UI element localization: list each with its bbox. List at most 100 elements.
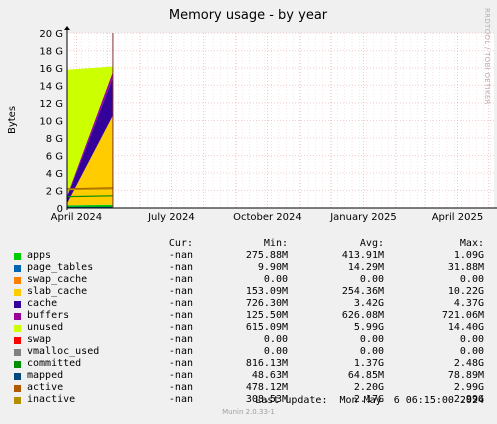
legend-header-min: Min: <box>263 238 288 249</box>
legend-name: vmalloc_used <box>27 346 100 357</box>
legend-name: buffers <box>27 310 70 321</box>
y-tick-label: 16 G <box>39 64 63 75</box>
legend-row-unused: unused -nan 615.09M 5.99G 14.40G <box>0 322 497 334</box>
chart-title: Memory usage - by year <box>169 8 328 23</box>
legend-row-swap_cache: swap_cache -nan 0.00 0.00 0.00 <box>0 274 497 286</box>
legend-min: 0.00 <box>263 274 288 285</box>
memory-chart: 02 G4 G6 G8 G10 G12 G14 G16 G18 G20 GApr… <box>7 8 497 223</box>
y-axis-arrow <box>64 26 70 30</box>
legend-cur: -nan <box>168 298 193 309</box>
last-update: Last update: Mon May 6 06:15:00 2024 <box>255 395 484 406</box>
legend-name: slab_cache <box>27 286 88 297</box>
legend-name: swap <box>27 334 52 345</box>
legend-cur: -nan <box>168 382 193 393</box>
legend-max: 2.48G <box>453 358 484 369</box>
legend-cur: -nan <box>168 286 193 297</box>
legend-row-cache: cache -nan 726.30M 3.42G 4.37G <box>0 298 497 310</box>
legend-avg: 14.29M <box>347 262 384 273</box>
legend-name: committed <box>27 358 82 369</box>
legend-swatch <box>14 301 21 308</box>
legend-swatch <box>14 373 21 380</box>
legend-cur: -nan <box>168 322 193 333</box>
legend-min: 9.90M <box>257 262 288 273</box>
legend-max: 31.88M <box>447 262 484 273</box>
legend-row-slab_cache: slab_cache -nan 153.09M 254.36M 10.22G <box>0 286 497 298</box>
x-tick-label: October 2024 <box>233 212 302 223</box>
legend-swatch <box>14 289 21 296</box>
legend-avg: 5.99G <box>353 322 384 333</box>
line-committed <box>66 195 113 198</box>
legend-cur: -nan <box>168 358 193 369</box>
legend-avg: 64.85M <box>347 370 384 381</box>
legend-max: 10.22G <box>447 286 484 297</box>
legend-min: 0.00 <box>263 346 288 357</box>
legend-avg: 0.00 <box>359 346 384 357</box>
x-tick-label: April 2024 <box>51 212 102 223</box>
legend-avg: 254.36M <box>341 286 384 297</box>
y-tick-label: 14 G <box>39 82 63 93</box>
legend-avg: 626.08M <box>341 310 384 321</box>
legend-row-committed: committed -nan 816.13M 1.37G 2.48G <box>0 358 497 370</box>
y-tick-label: 12 G <box>39 99 63 110</box>
legend-swatch <box>14 385 21 392</box>
legend-avg: 1.37G <box>353 358 384 369</box>
legend-row-vmalloc_used: vmalloc_used -nan 0.00 0.00 0.00 <box>0 346 497 358</box>
legend-max: 14.40G <box>447 322 484 333</box>
legend-row-swap: swap -nan 0.00 0.00 0.00 <box>0 334 497 346</box>
legend-min: 153.09M <box>245 286 288 297</box>
legend-name: apps <box>27 250 52 261</box>
legend-max: 4.37G <box>453 298 484 309</box>
y-tick-label: 8 G <box>46 134 63 145</box>
y-axis-label: Bytes <box>7 106 18 134</box>
legend-row-mapped: mapped -nan 48.63M 64.85M 78.89M <box>0 370 497 382</box>
legend-min: 125.50M <box>245 310 288 321</box>
legend-cur: -nan <box>168 394 193 405</box>
legend-min: 48.63M <box>251 370 288 381</box>
legend-max: 78.89M <box>447 370 484 381</box>
legend-cur: -nan <box>168 346 193 357</box>
y-tick-label: 18 G <box>39 47 63 58</box>
legend-row-page_tables: page_tables -nan 9.90M 14.29M 31.88M <box>0 262 497 274</box>
legend-cur: -nan <box>168 334 193 345</box>
legend-name: inactive <box>27 394 76 405</box>
legend-min: 275.88M <box>245 250 288 261</box>
legend-row-apps: apps -nan 275.88M 413.91M 1.09G <box>0 250 497 262</box>
legend-header-cur: Cur: <box>168 238 193 249</box>
rrdtool-watermark: RRDTOOL / TOBI OETIKER <box>483 8 491 105</box>
y-tick-label: 4 G <box>46 169 63 180</box>
legend-cur: -nan <box>168 310 193 321</box>
legend-min: 478.12M <box>245 382 288 393</box>
legend-avg: 413.91M <box>341 250 384 261</box>
legend-name: unused <box>27 322 64 333</box>
legend-swatch <box>14 253 21 260</box>
munin-version: Munin 2.0.33-1 <box>222 408 275 416</box>
legend-min: 615.09M <box>245 322 288 333</box>
legend-row-active: active -nan 478.12M 2.20G 2.99G <box>0 382 497 394</box>
y-tick-label: 6 G <box>46 152 63 163</box>
x-tick-label: July 2024 <box>147 212 195 223</box>
legend-avg: 2.20G <box>353 382 384 393</box>
legend-swatch <box>14 397 21 404</box>
legend-swatch <box>14 349 21 356</box>
legend-max: 1.09G <box>453 250 484 261</box>
y-tick-label: 20 G <box>39 29 63 40</box>
legend-cur: -nan <box>168 262 193 273</box>
legend-swatch <box>14 361 21 368</box>
legend-cur: -nan <box>168 250 193 261</box>
legend-header: Cur: Min: Avg: Max: <box>0 238 497 250</box>
legend-min: 816.13M <box>245 358 288 369</box>
legend-max: 0.00 <box>459 346 484 357</box>
legend-max: 721.06M <box>441 310 484 321</box>
legend-max: 0.00 <box>459 334 484 345</box>
stacked-areas <box>67 66 113 208</box>
y-tick-label: 2 G <box>46 187 63 198</box>
legend-min: 0.00 <box>263 334 288 345</box>
legend-name: mapped <box>27 370 64 381</box>
legend-avg: 0.00 <box>359 274 384 285</box>
legend-avg: 3.42G <box>353 298 384 309</box>
legend-avg: 0.00 <box>359 334 384 345</box>
legend-swatch <box>14 265 21 272</box>
legend-name: swap_cache <box>27 274 88 285</box>
legend-name: active <box>27 382 64 393</box>
legend-swatch <box>14 337 21 344</box>
